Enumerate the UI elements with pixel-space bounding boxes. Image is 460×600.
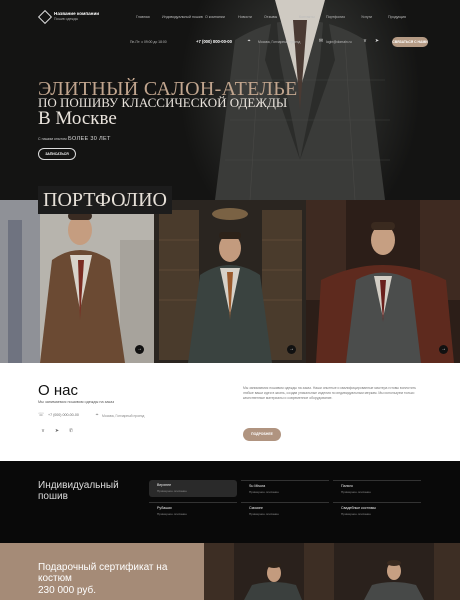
service-name: Свадебные костюмы	[341, 506, 376, 510]
nav-item-tailoring[interactable]: Индивидуальный пошив	[162, 15, 203, 19]
telegram-icon[interactable]: ➤	[54, 428, 60, 434]
service-description: Примерное описание	[157, 512, 187, 516]
whatsapp-icon[interactable]: ✆	[68, 428, 74, 434]
certificate-price: 230 000 руб.	[38, 585, 96, 596]
service-description: Примерное описание	[249, 512, 279, 516]
location-pin-icon: ⌖	[247, 38, 251, 44]
tailoring-title: Индивидуальный пошив	[38, 480, 119, 502]
nav-item-home[interactable]: Главная	[136, 15, 150, 19]
about-phone[interactable]: +7 (000) 000-00-00	[48, 413, 79, 417]
service-name: Su Misura	[249, 484, 266, 488]
portfolio-image-2[interactable]	[154, 200, 306, 363]
service-name: Верхнее	[157, 483, 172, 487]
telegram-icon[interactable]: ➤	[374, 38, 380, 44]
portfolio-title: ПОРТФОЛИО	[38, 186, 172, 214]
experience-value: БОЛЕЕ 30 ЛЕТ	[68, 136, 111, 142]
company-name: Название компании	[54, 11, 100, 16]
vk-icon[interactable]: v	[362, 38, 368, 44]
vk-icon[interactable]: v	[40, 428, 46, 434]
arrow-right-icon[interactable]: →	[135, 345, 144, 354]
nav-item-portfolio[interactable]: Портфолио	[326, 15, 345, 19]
nav-item-news[interactable]: Новости	[238, 15, 252, 19]
nav-item-products[interactable]: Продукция	[388, 15, 406, 19]
service-description: Примерное описание	[341, 490, 371, 494]
hero-heading-line3: В Москве	[38, 108, 117, 129]
company-subtitle: Пошив одежды	[54, 17, 79, 21]
more-button[interactable]: ПОДРОБНЕЕ	[243, 428, 281, 441]
nav-item-contacts[interactable]: Контакты	[299, 15, 315, 19]
experience-caption: С нашим опытом	[38, 137, 67, 141]
about-subtitle: Мы занимаемся пошивом одежды на заказ	[38, 400, 115, 404]
service-item[interactable]: Рубашки Примерное описание	[149, 502, 237, 519]
service-description: Примерное описание	[157, 489, 187, 493]
service-description: Примерное описание	[341, 512, 371, 516]
service-item[interactable]: Верхнее Примерное описание	[149, 480, 237, 497]
portfolio-image-3[interactable]	[306, 200, 460, 363]
phone-icon: ☏	[38, 412, 45, 418]
mail-icon: ✉	[318, 38, 324, 44]
about-title: О нас	[38, 382, 78, 399]
working-hours: Пн-Пт: с 09:00 до 18:00	[130, 40, 167, 44]
service-item[interactable]: Su Misura Примерное описание	[241, 480, 329, 497]
portfolio-image-1[interactable]	[0, 200, 154, 363]
certificate-image	[204, 543, 460, 600]
service-item[interactable]: Смокинг Примерное описание	[241, 502, 329, 519]
service-name: Смокинг	[249, 506, 263, 510]
certificate-title: Подарочный сертификат на костюм	[38, 562, 168, 584]
header-phone[interactable]: +7 (000) 000-00-00	[196, 39, 232, 44]
about-text: Мы занимаемся пошивом одежды на заказ. Н…	[243, 386, 417, 400]
about-address: Москва, Гончарный проезд	[102, 414, 145, 418]
header-address: Москва, Гончарный проезд	[258, 40, 301, 44]
service-item[interactable]: Пальто Примерное описание	[333, 480, 421, 497]
header-email[interactable]: login@domain.ru	[326, 40, 352, 44]
arrow-right-icon[interactable]: →	[439, 345, 448, 354]
service-item[interactable]: Свадебные костюмы Примерное описание	[333, 502, 421, 519]
nav-item-reviews[interactable]: Отзывы	[264, 15, 277, 19]
service-name: Рубашки	[157, 506, 172, 510]
nav-item-services[interactable]: Услуги	[361, 15, 372, 19]
contact-us-button[interactable]: СВЯЗАТЬСЯ С НАМИ	[392, 37, 428, 47]
service-name: Пальто	[341, 484, 353, 488]
signup-button[interactable]: ЗАПИСАТЬСЯ	[38, 148, 76, 160]
nav-item-about[interactable]: О компании	[205, 15, 225, 19]
location-pin-icon: ⌖	[95, 412, 99, 418]
service-description: Примерное описание	[249, 490, 279, 494]
arrow-right-icon[interactable]: →	[287, 345, 296, 354]
